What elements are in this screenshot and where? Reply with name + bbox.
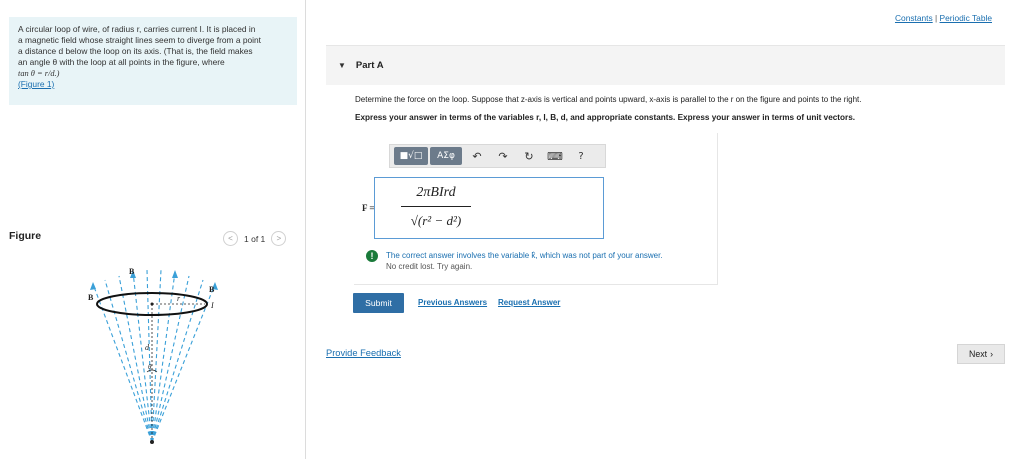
chevron-right-icon: › — [990, 349, 994, 359]
instruction-text: Express your answer in terms of the vari… — [355, 113, 856, 122]
feedback-message: ! The correct answer involves the variab… — [366, 250, 663, 272]
center-dot — [150, 302, 154, 306]
previous-answers-link[interactable]: Previous Answers — [418, 298, 487, 307]
label-b-left: B — [88, 293, 94, 302]
pager-text: 1 of 1 — [244, 233, 266, 244]
next-label: Next — [968, 349, 988, 359]
label-i: I — [210, 301, 214, 310]
answer-denominator: √(r² − d²) — [410, 213, 462, 228]
figure-diagram: B B B r I d θ — [88, 267, 218, 444]
answer-numerator: 2πBIrd — [416, 185, 456, 200]
fraction-bar — [401, 206, 471, 207]
field-arrowheads — [90, 270, 218, 290]
chevron-right-icon[interactable]: > — [271, 231, 287, 246]
problem-line: a distance d below the loop on its axis.… — [18, 46, 253, 56]
source-point — [150, 440, 154, 444]
provide-feedback-link[interactable]: Provide Feedback — [326, 348, 401, 358]
part-a-header[interactable]: ▼ Part A — [326, 45, 1005, 85]
problem-equation: tan θ = r/d.) — [18, 69, 60, 78]
feedback-line2: No credit lost. Try again. — [386, 262, 473, 271]
figure-link[interactable]: (Figure 1) — [18, 79, 288, 90]
help-icon[interactable]: ? — [568, 147, 594, 165]
request-answer-link[interactable]: Request Answer — [498, 298, 560, 307]
chevron-left-icon[interactable]: < — [223, 231, 238, 246]
label-b-right: B — [209, 285, 215, 294]
problem-line: A circular loop of wire, of radius r, ca… — [18, 24, 256, 34]
answer-area: ■√□ ΑΣφ ↶ ↷ ↻ ⌨ ? F = 2πBIrd √(r² − d²) … — [354, 133, 718, 285]
symbols-button[interactable]: ΑΣφ — [430, 147, 462, 165]
keyboard-icon[interactable]: ⌨ — [542, 147, 568, 165]
alert-icon: ! — [366, 250, 378, 262]
label-b-top: B — [129, 267, 135, 276]
submit-button[interactable]: Submit — [353, 293, 404, 313]
figure-pager: < 1 of 1 > — [223, 231, 287, 246]
problem-statement: A circular loop of wire, of radius r, ca… — [9, 17, 297, 105]
link-separator: | — [935, 13, 938, 23]
reset-icon[interactable]: ↻ — [516, 147, 542, 165]
periodic-table-link[interactable]: Periodic Table — [940, 13, 992, 23]
answer-label: F = — [362, 203, 375, 213]
question-text: Determine the force on the loop. Suppose… — [355, 95, 862, 104]
undo-icon[interactable]: ↶ — [464, 147, 490, 165]
label-theta: θ — [148, 363, 152, 371]
feedback-line1: The correct answer involves the variable… — [386, 251, 663, 260]
left-panel: A circular loop of wire, of radius r, ca… — [0, 0, 306, 459]
problem-line: a magnetic field whose straight lines se… — [18, 35, 261, 45]
next-button[interactable]: Next › — [957, 344, 1005, 364]
answer-fraction: 2πBIrd √(r² − d²) — [401, 182, 471, 233]
top-links: Constants | Periodic Table — [895, 13, 992, 23]
templates-button[interactable]: ■√□ — [394, 147, 428, 165]
constants-link[interactable]: Constants — [895, 13, 933, 23]
part-title: Part A — [355, 60, 384, 71]
answer-input[interactable]: 2πBIrd √(r² − d²) — [374, 177, 604, 239]
problem-line: an angle θ with the loop at all points i… — [18, 57, 225, 67]
redo-icon[interactable]: ↷ — [490, 147, 516, 165]
math-toolbar: ■√□ ΑΣφ ↶ ↷ ↻ ⌨ ? — [389, 144, 606, 168]
caret-down-icon: ▼ — [338, 61, 346, 70]
figure-heading: Figure — [9, 230, 42, 242]
